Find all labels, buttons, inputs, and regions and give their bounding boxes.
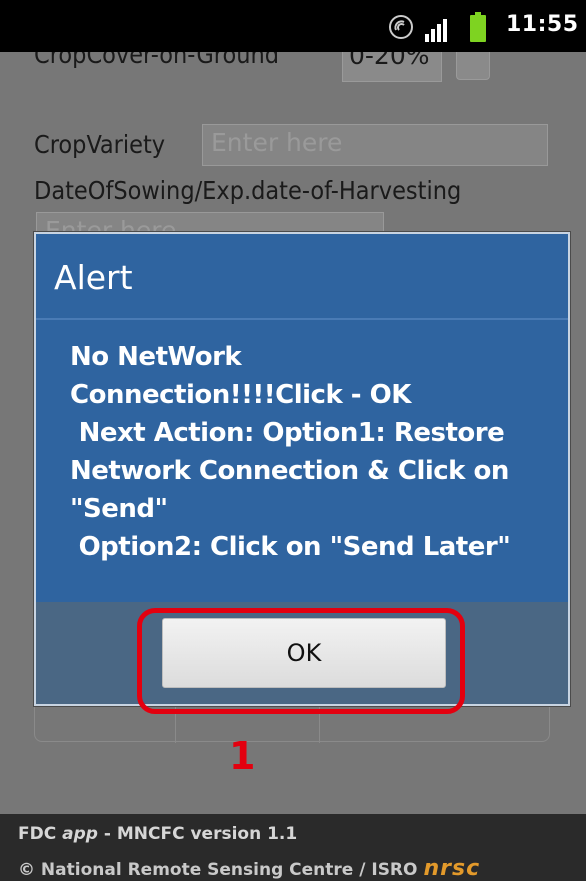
crop-cover-label: CropCover-on-Ground <box>34 52 280 69</box>
status-time: 11:55 <box>506 12 579 37</box>
date-of-sowing-label: DateOfSowing/Exp.date-of-Harvesting <box>34 176 462 205</box>
version-prefix: FDC <box>18 824 63 844</box>
signal-icon <box>425 19 447 42</box>
crop-cover-value: 0-20% <box>349 52 430 70</box>
version-suffix: - MNCFC version 1.1 <box>97 824 298 844</box>
nrsc-logo: nrsc <box>423 856 481 881</box>
app-footer: FDC app - MNCFC version 1.1 © National R… <box>0 814 586 881</box>
dialog-title: Alert <box>54 258 133 297</box>
divider <box>36 318 568 320</box>
copyright-text: © National Remote Sensing Centre / ISRO n… <box>18 856 480 881</box>
crop-variety-input[interactable]: Enter here <box>202 124 548 166</box>
chevron-down-icon[interactable] <box>456 52 490 80</box>
battery-icon <box>470 12 486 42</box>
version-app: app <box>62 824 98 844</box>
step-number: 1 <box>229 734 256 778</box>
crop-variety-placeholder: Enter here <box>211 128 343 157</box>
crop-cover-select[interactable]: 0-20% <box>342 52 442 82</box>
wifi-icon <box>389 15 413 39</box>
copyright-label: © National Remote Sensing Centre / ISRO <box>18 860 418 880</box>
ok-button-highlight <box>137 608 465 714</box>
status-bar: 11:55 <box>0 0 586 52</box>
dialog-message: No NetWork Connection!!!!Click - OK Next… <box>70 342 511 562</box>
version-text: FDC app - MNCFC version 1.1 <box>18 824 297 844</box>
crop-variety-label: CropVariety <box>34 130 166 159</box>
